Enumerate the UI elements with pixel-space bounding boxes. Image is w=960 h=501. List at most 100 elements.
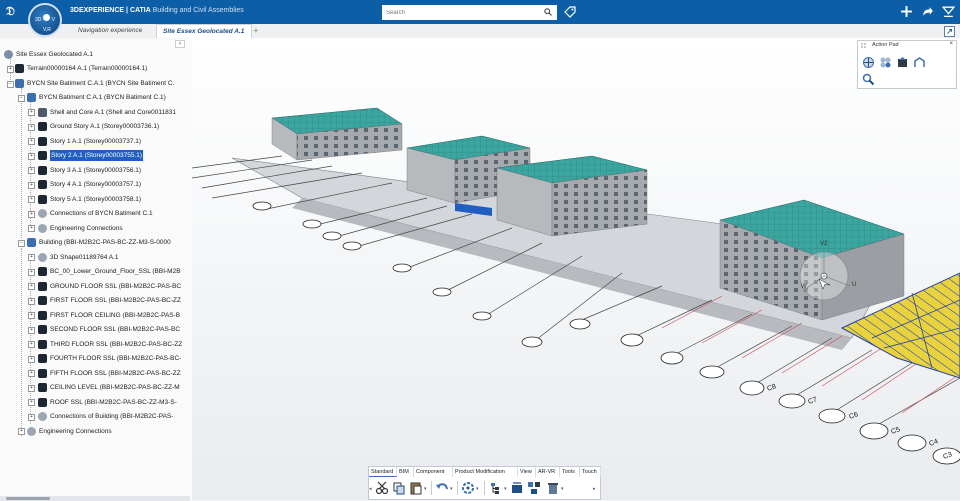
settings-menu-icon[interactable] [942, 5, 955, 18]
expand-toggle[interactable]: + [28, 312, 35, 319]
expand-toggle[interactable]: + [28, 182, 35, 189]
tree-item-selected[interactable]: Story 2 A.1 (Storey00003755.1) [38, 150, 188, 161]
share-icon[interactable] [921, 5, 934, 18]
tree-item[interactable]: Engineering Connections [27, 426, 187, 437]
expand-toggle[interactable]: + [28, 370, 35, 377]
tree-item[interactable]: FIRST FLOOR SSL (BBI-M2B2C-PAS-BC-ZZ [38, 295, 188, 306]
replace-icon[interactable] [510, 481, 524, 495]
grip-icon[interactable] [861, 43, 869, 49]
tag-icon[interactable] [564, 6, 576, 18]
collapse-toggle[interactable]: − [7, 81, 14, 88]
tree-item[interactable]: Engineering Connections [38, 223, 188, 234]
search-icon[interactable] [544, 8, 552, 16]
undo-dropdown-icon[interactable]: ▾ [450, 486, 453, 492]
toolbar-scroll-right-icon[interactable]: ▸ [593, 486, 596, 492]
expand-toggle[interactable]: + [28, 399, 35, 406]
tree-item[interactable]: Site Essex Geolocated A.1 [4, 49, 189, 60]
search-input[interactable] [382, 5, 557, 20]
expand-toggle[interactable]: + [28, 298, 35, 305]
update-icon[interactable] [461, 481, 475, 495]
expand-toggle[interactable]: + [7, 66, 14, 73]
expand-toggle[interactable]: + [28, 109, 35, 116]
add-tab-button[interactable]: + [251, 24, 261, 38]
tab-bim[interactable]: BIM [397, 467, 414, 477]
delete-icon[interactable] [546, 481, 560, 495]
tree-item[interactable]: BYCN Batiment C A.1 (BYCN Batiment C.1) [27, 92, 187, 103]
tree-item[interactable]: Terrain00000164 A.1 (Terrain00000164.1) [15, 63, 190, 74]
specification-tree[interactable]: Site Essex Geolocated A.1 + Terrain00000… [0, 38, 192, 501]
tree-item[interactable]: 3D Shape01189764 A.1 [38, 252, 188, 263]
tree-item[interactable]: GROUND FLOOR SSL (BBI-M2B2C-PAS-BC [38, 281, 188, 292]
tab-component[interactable]: Component [414, 467, 453, 477]
tree-item[interactable]: FIRST FLOOR CEILING (BBI-M2B2C-PAS-B [38, 310, 188, 321]
tab-product-modification[interactable]: Product Modification [453, 467, 518, 477]
tree-item[interactable]: FOURTH FLOOR SSL (BBI-M2B2C-PAS-BC- [38, 353, 188, 364]
dassault-logo-icon[interactable]: 𝔇 [6, 4, 20, 18]
expand-toggle[interactable]: + [28, 341, 35, 348]
play-icon[interactable] [43, 14, 50, 21]
expand-toggle[interactable]: + [28, 356, 35, 363]
close-icon[interactable]: × [949, 41, 953, 47]
expand-toggle[interactable]: + [28, 327, 35, 334]
tree-item[interactable]: FIFTH FLOOR SSL (BBI-M2B2C-PAS-BC-ZZ [38, 368, 188, 379]
expand-toggle[interactable]: + [28, 211, 35, 218]
tree-item[interactable]: THIRD FLOOR SSL (BBI-M2B2C-PAS-BC-ZZ [38, 339, 188, 350]
tree-collapse-button[interactable]: ‹ [175, 40, 185, 48]
assembly-icon[interactable] [913, 56, 926, 69]
expand-toggle[interactable]: + [28, 283, 35, 290]
magnifier-icon[interactable] [862, 73, 875, 86]
expand-toggle[interactable]: + [28, 414, 35, 421]
tab-tools[interactable]: Tools [560, 467, 580, 477]
expand-toggle[interactable]: + [28, 385, 35, 392]
viewport-canvas[interactable]: V2 W U C8 C7 C6 C5 C4 C3 [192, 38, 960, 500]
expand-toggle[interactable]: + [28, 138, 35, 145]
copy-icon[interactable] [392, 481, 406, 495]
update-dropdown-icon[interactable]: ▾ [476, 486, 479, 492]
collapse-toggle[interactable]: − [18, 95, 25, 102]
tree-item[interactable]: Connections of Building (BBI-M2B2C-PAS- [38, 411, 188, 422]
tree-item[interactable]: Story 1 A.1 (Storey00003737.1) [38, 136, 188, 147]
expand-toggle[interactable]: + [18, 428, 25, 435]
expand-toggle[interactable]: + [28, 225, 35, 232]
fullscreen-icon[interactable] [944, 26, 955, 37]
tree-item[interactable]: ROOF SSL (BBI-M2B2C-PAS-BC-ZZ-M3-S- [38, 397, 188, 408]
tree-item[interactable]: Shell and Core A.1 (Shell and Core001183… [38, 107, 188, 118]
tree-item[interactable]: BYCN Site Batiment C.A.1 (BYCN Site Bati… [15, 78, 190, 89]
tree-item[interactable]: Connections of BYCN Batiment C.1 [38, 208, 188, 219]
cut-icon[interactable] [375, 481, 389, 495]
tree-item[interactable]: SECOND FLOOR SSL (BBI-M2B2C-PAS-BC [38, 324, 188, 335]
toolbar-scroll-left-icon[interactable]: ◂ [369, 486, 372, 492]
tab-standard[interactable]: Standard [369, 467, 397, 477]
tree-dropdown-icon[interactable]: ▾ [504, 486, 507, 492]
group-icon[interactable] [527, 481, 541, 495]
tree-item[interactable]: Story 4 A.1 (Storey00003757.1) [38, 179, 188, 190]
tab-navigation-experience[interactable]: Navigation experience [72, 24, 156, 38]
building-block-c[interactable] [496, 155, 648, 237]
tree-horizontal-scrollbar[interactable] [0, 496, 190, 501]
delete-dropdown-icon[interactable]: ▾ [561, 486, 564, 492]
paste-dropdown-icon[interactable]: ▾ [424, 486, 427, 492]
expand-toggle[interactable]: + [28, 269, 35, 276]
expand-toggle[interactable]: + [28, 167, 35, 174]
tab-site-essex[interactable]: Site Essex Geolocated A.1 [156, 24, 252, 38]
tab-touch[interactable]: Touch [580, 467, 601, 477]
expand-toggle[interactable]: + [28, 153, 35, 160]
plus-icon[interactable] [900, 5, 913, 18]
compass-widget[interactable]: 3D V V,R [28, 3, 62, 37]
tree-item[interactable]: Building (BBI-M2B2C-PAS-BC-ZZ-M3-S-0000 [27, 237, 189, 248]
collapse-toggle[interactable]: − [18, 240, 25, 247]
expand-toggle[interactable]: + [28, 196, 35, 203]
tree-reorder-icon[interactable] [489, 481, 503, 495]
3d-viewport[interactable]: V2 W U C8 C7 C6 C5 C4 C3 [192, 38, 960, 500]
drag-icon[interactable] [862, 56, 875, 69]
tab-view[interactable]: View [518, 467, 536, 477]
tab-ar-vr[interactable]: AR-VR [536, 467, 560, 477]
undo-icon[interactable] [435, 481, 449, 495]
paste-icon[interactable] [409, 481, 423, 495]
expand-toggle[interactable]: + [28, 254, 35, 261]
tree-item[interactable]: Story 5 A.1 (Storey00003758.1) [38, 194, 188, 205]
expand-toggle[interactable]: + [28, 124, 35, 131]
tree-item[interactable]: Ground Story A.1 (Storey00003736.1) [38, 121, 188, 132]
tree-item[interactable]: Story 3 A.1 (Storey00003756.1) [38, 165, 188, 176]
pattern-icon[interactable] [879, 56, 892, 69]
